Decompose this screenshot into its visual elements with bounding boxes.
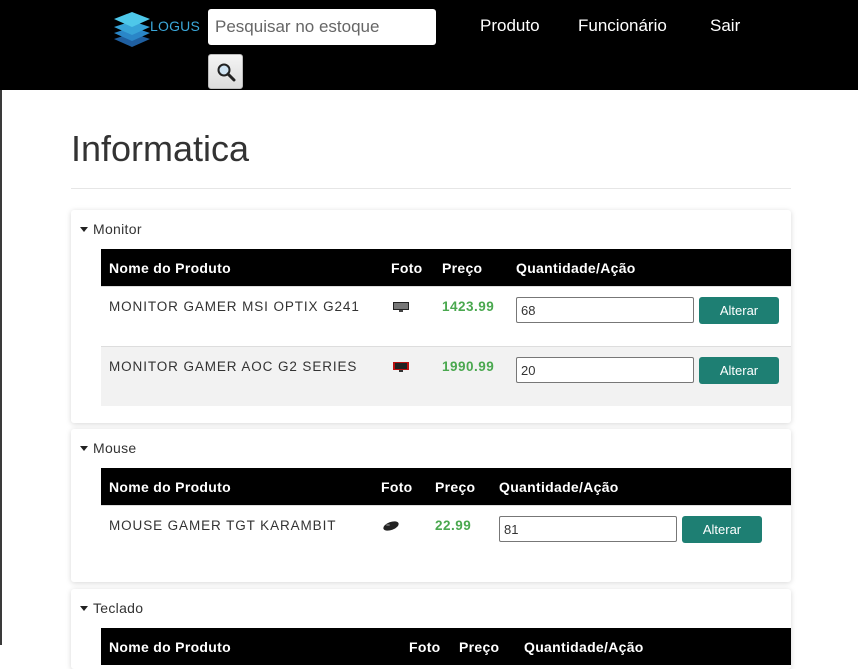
header-name: Nome do Produto [109, 479, 231, 495]
product-table-monitor: Nome do Produto Foto Preço Quantidade/Aç… [101, 249, 791, 406]
page-title: Informatica [71, 128, 250, 169]
nav-produto[interactable]: Produto [480, 16, 540, 36]
alter-button[interactable]: Alterar [699, 297, 779, 324]
quantity-input[interactable] [499, 516, 677, 542]
header-price: Preço [459, 639, 500, 655]
magnifier-icon [217, 63, 235, 81]
layers-logo-icon [114, 12, 150, 47]
category-title: Monitor [93, 221, 142, 237]
search-input[interactable] [208, 9, 436, 45]
search-button[interactable] [208, 54, 243, 89]
page-left-border [0, 90, 2, 645]
header-photo: Foto [409, 639, 441, 655]
category-panel-teclado: Teclado Nome do Produto Foto Preço Quant… [71, 589, 791, 669]
title-divider [71, 188, 791, 189]
header-photo: Foto [391, 260, 423, 276]
product-name: MONITOR GAMER AOC G2 SERIES [109, 359, 358, 374]
nav-sair[interactable]: Sair [710, 16, 740, 36]
product-name: MONITOR GAMER MSI OPTIX G241 [109, 299, 360, 314]
table-header: Nome do Produto Foto Preço Quantidade/Aç… [101, 628, 791, 665]
alter-button[interactable]: Alterar [699, 357, 779, 384]
table-row: MONITOR GAMER MSI OPTIX G241 1423.99 Alt… [101, 286, 791, 346]
product-name: MOUSE GAMER TGT KARAMBIT [109, 518, 337, 533]
category-toggle-mouse[interactable]: Mouse [80, 440, 137, 456]
caret-down-icon [80, 226, 88, 232]
nav-funcionario[interactable]: Funcionário [578, 16, 667, 36]
product-table-teclado: Nome do Produto Foto Preço Quantidade/Aç… [101, 628, 791, 665]
header-name: Nome do Produto [109, 639, 231, 655]
table-header: Nome do Produto Foto Preço Quantidade/Aç… [101, 468, 791, 505]
category-title: Teclado [93, 600, 144, 616]
category-toggle-teclado[interactable]: Teclado [80, 600, 143, 616]
header-price: Preço [435, 479, 476, 495]
table-row: MONITOR GAMER AOC G2 SERIES 1990.99 Alte… [101, 346, 791, 406]
product-price: 1990.99 [442, 359, 495, 374]
table-row: MOUSE GAMER TGT KARAMBIT 22.99 Alterar [101, 505, 791, 565]
category-panel-mouse: Mouse Nome do Produto Foto Preço Quantid… [71, 429, 791, 582]
header-photo: Foto [381, 479, 413, 495]
caret-down-icon [80, 605, 88, 611]
product-table-mouse: Nome do Produto Foto Preço Quantidade/Aç… [101, 468, 791, 565]
header-qty: Quantidade/Ação [499, 479, 619, 495]
product-price: 22.99 [435, 518, 472, 533]
quantity-input[interactable] [516, 357, 694, 383]
category-title: Mouse [93, 440, 137, 456]
alter-button[interactable]: Alterar [682, 516, 762, 543]
table-header: Nome do Produto Foto Preço Quantidade/Aç… [101, 249, 791, 286]
quantity-input[interactable] [516, 297, 694, 323]
top-navbar: LOGUS Produto Funcionário Sair [0, 0, 858, 90]
category-panel-monitor: Monitor Nome do Produto Foto Preço Quant… [71, 210, 791, 423]
header-qty: Quantidade/Ação [524, 639, 644, 655]
product-price: 1423.99 [442, 299, 495, 314]
header-price: Preço [442, 260, 483, 276]
category-toggle-monitor[interactable]: Monitor [80, 221, 142, 237]
brand-name: LOGUS [150, 18, 201, 34]
monitor-photo-icon [393, 362, 409, 372]
monitor-photo-icon [393, 302, 409, 312]
caret-down-icon [80, 445, 88, 451]
header-qty: Quantidade/Ação [516, 260, 636, 276]
header-name: Nome do Produto [109, 260, 231, 276]
mouse-photo-icon [383, 521, 399, 531]
